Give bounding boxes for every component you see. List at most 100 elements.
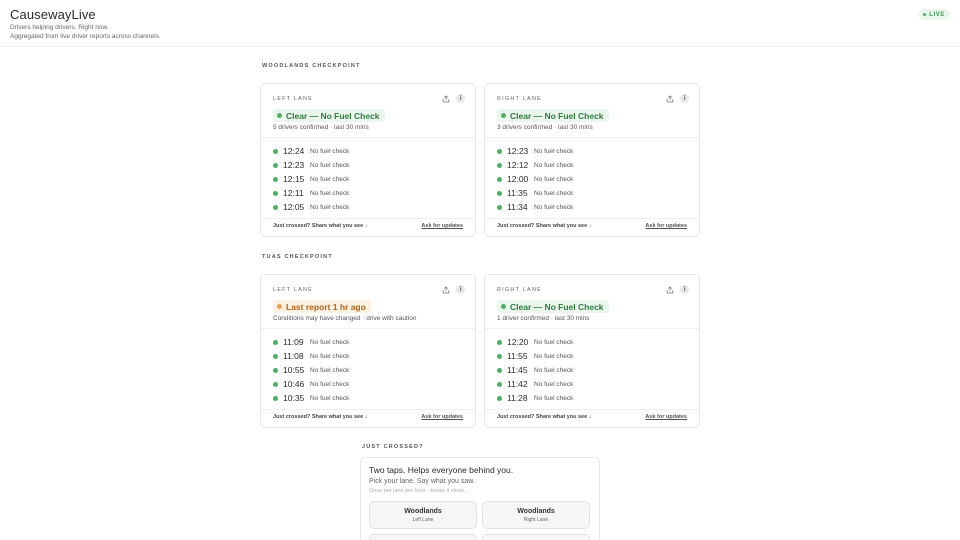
lane-label: LEFT LANE [273, 287, 314, 293]
report-item: 11:55 No fuel check [497, 349, 573, 363]
status-dot-icon [277, 113, 282, 118]
report-item: 12:12 No fuel check [497, 158, 573, 172]
status-summary: 1 driver confirmed · last 30 mins [497, 315, 590, 322]
report-time: 11:34 [507, 202, 528, 212]
share-report-card: Two taps. Helps everyone behind you. Pic… [360, 457, 600, 540]
ask-for-updates-link[interactable]: Ask for updates [645, 414, 687, 420]
status-dot-icon [501, 304, 506, 309]
report-note: No fuel check [534, 189, 574, 197]
info-icon[interactable]: i [456, 285, 465, 294]
report-dot-icon [497, 148, 502, 154]
divider [261, 137, 475, 138]
divider [485, 328, 699, 329]
report-dot-icon [273, 395, 278, 401]
lane-label: RIGHT LANE [497, 287, 542, 293]
ask-for-updates-link[interactable]: Ask for updates [421, 414, 463, 420]
status-badge: Clear — No Fuel Check [497, 109, 609, 122]
share-icon[interactable] [441, 94, 450, 103]
report-dot-icon [273, 148, 278, 154]
report-dot-icon [497, 162, 502, 168]
report-time: 12:24 [283, 146, 305, 156]
report-item: 11:42 No fuel check [497, 377, 573, 391]
report-dot-icon [273, 367, 278, 373]
report-time: 10:35 [283, 393, 305, 403]
report-note: No fuel check [534, 175, 574, 183]
tagline-secondary: Aggregated from live driver reports acro… [10, 33, 161, 40]
report-lane-button[interactable] [482, 534, 590, 540]
report-dot-icon [497, 204, 502, 210]
report-list: 12:20 No fuel check 11:55 No fuel check 11… [497, 335, 573, 405]
app-header: CausewayLive Drivers helping drivers. Ri… [0, 0, 960, 47]
section-label-just-crossed: JUST CROSSED? [362, 444, 424, 450]
report-dot-icon [497, 339, 502, 345]
report-dot-icon [497, 367, 502, 373]
report-item: 12:20 No fuel check [497, 335, 573, 349]
app-title: CausewayLive [10, 7, 96, 22]
report-item: 12:05 No fuel check [273, 200, 349, 214]
report-note: No fuel check [534, 203, 574, 211]
share-subtitle: Pick your lane. Say what you saw. [369, 478, 475, 485]
status-text: Clear — No Fuel Check [510, 110, 604, 121]
report-time: 12:00 [507, 174, 529, 184]
divider [485, 218, 699, 219]
report-time: 11:28 [507, 393, 528, 403]
report-time: 12:12 [507, 160, 529, 170]
report-dot-icon [273, 162, 278, 168]
report-dot-icon [273, 339, 278, 345]
ask-for-updates-link[interactable]: Ask for updates [421, 223, 463, 229]
report-note: No fuel check [310, 189, 350, 197]
status-dot-icon [501, 113, 506, 118]
report-note: No fuel check [310, 338, 350, 346]
share-icon[interactable] [665, 94, 674, 103]
report-dot-icon [273, 190, 278, 196]
tagline: Drivers helping drivers. Right now. [10, 24, 109, 31]
report-item: 11:34 No fuel check [497, 200, 573, 214]
report-item: 11:45 No fuel check [497, 363, 573, 377]
status-text: Last report 1 hr ago [286, 301, 366, 312]
report-note: No fuel check [534, 338, 574, 346]
share-prompt-link[interactable]: Just crossed? Share what you see ↓ [497, 414, 591, 420]
report-time: 11:35 [507, 188, 528, 198]
report-note: No fuel check [310, 352, 350, 360]
section-label-tuas: TUAS CHECKPOINT [262, 254, 333, 260]
divider [261, 328, 475, 329]
report-item: 12:24 No fuel check [273, 144, 349, 158]
report-woodlands-left-button[interactable]: Woodlands Left Lane [369, 501, 477, 529]
report-time: 11:09 [283, 337, 304, 347]
report-item: 11:09 No fuel check [273, 335, 349, 349]
share-icon[interactable] [665, 285, 674, 294]
report-time: 10:46 [283, 379, 305, 389]
status-summary: 3 drivers confirmed · last 30 mins [497, 124, 593, 131]
button-place: Woodlands [404, 507, 442, 515]
ask-for-updates-link[interactable]: Ask for updates [645, 223, 687, 229]
report-dot-icon [273, 381, 278, 387]
divider [261, 409, 475, 410]
status-text: Clear — No Fuel Check [286, 110, 380, 121]
lane-card-tuas-left: LEFT LANE i Last report 1 hr ago Conditi… [260, 274, 476, 428]
share-prompt-link[interactable]: Just crossed? Share what you see ↓ [273, 414, 367, 420]
info-icon[interactable]: i [680, 94, 689, 103]
share-prompt-link[interactable]: Just crossed? Share what you see ↓ [273, 223, 367, 229]
report-item: 12:23 No fuel check [497, 144, 573, 158]
live-badge-label: LIVE [929, 11, 945, 18]
report-item: 12:00 No fuel check [497, 172, 573, 186]
report-list: 11:09 No fuel check 11:08 No fuel check 10… [273, 335, 349, 405]
info-icon[interactable]: i [680, 285, 689, 294]
report-note: No fuel check [534, 147, 574, 155]
report-lane-button[interactable] [369, 534, 477, 540]
report-time: 10:55 [283, 365, 305, 375]
lane-card-tuas-right: RIGHT LANE i Clear — No Fuel Check 1 dri… [484, 274, 700, 428]
info-icon[interactable]: i [456, 94, 465, 103]
report-time: 12:11 [283, 188, 304, 198]
report-note: No fuel check [534, 352, 574, 360]
report-time: 11:45 [507, 365, 528, 375]
report-note: No fuel check [534, 394, 574, 402]
report-time: 12:23 [283, 160, 305, 170]
share-icon[interactable] [441, 285, 450, 294]
status-summary: 5 drivers confirmed · last 30 mins [273, 124, 369, 131]
report-woodlands-right-button[interactable]: Woodlands Right Lane [482, 501, 590, 529]
report-note: No fuel check [534, 380, 574, 388]
share-prompt-link[interactable]: Just crossed? Share what you see ↓ [497, 223, 591, 229]
divider [485, 409, 699, 410]
report-item: 10:35 No fuel check [273, 391, 349, 405]
